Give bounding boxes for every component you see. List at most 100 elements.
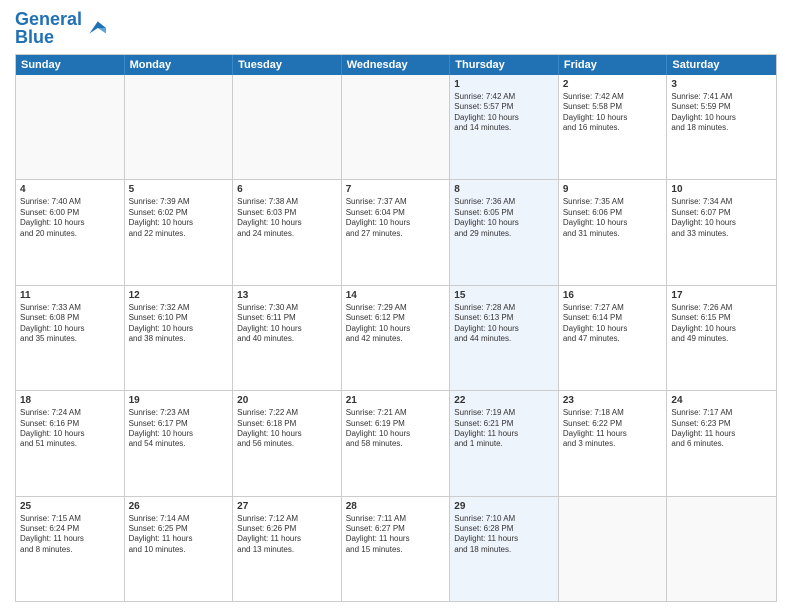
day-info: Sunrise: 7:12 AM Sunset: 6:26 PM Dayligh…	[237, 514, 337, 556]
day-info: Sunrise: 7:11 AM Sunset: 6:27 PM Dayligh…	[346, 514, 446, 556]
day-number: 26	[129, 500, 229, 513]
day-info: Sunrise: 7:35 AM Sunset: 6:06 PM Dayligh…	[563, 197, 663, 239]
header-cell-monday: Monday	[125, 55, 234, 75]
day-cell-19: 19Sunrise: 7:23 AM Sunset: 6:17 PM Dayli…	[125, 391, 234, 495]
day-cell-3: 3Sunrise: 7:41 AM Sunset: 5:59 PM Daylig…	[667, 75, 776, 179]
page: General Blue SundayMondayTuesdayWednesda…	[0, 0, 792, 612]
day-cell-10: 10Sunrise: 7:34 AM Sunset: 6:07 PM Dayli…	[667, 180, 776, 284]
day-number: 25	[20, 500, 120, 513]
empty-cell	[125, 75, 234, 179]
day-number: 22	[454, 394, 554, 407]
day-info: Sunrise: 7:19 AM Sunset: 6:21 PM Dayligh…	[454, 408, 554, 450]
day-cell-15: 15Sunrise: 7:28 AM Sunset: 6:13 PM Dayli…	[450, 286, 559, 390]
day-cell-28: 28Sunrise: 7:11 AM Sunset: 6:27 PM Dayli…	[342, 497, 451, 601]
week-row-3: 11Sunrise: 7:33 AM Sunset: 6:08 PM Dayli…	[16, 285, 776, 390]
week-row-4: 18Sunrise: 7:24 AM Sunset: 6:16 PM Dayli…	[16, 390, 776, 495]
day-number: 19	[129, 394, 229, 407]
day-cell-25: 25Sunrise: 7:15 AM Sunset: 6:24 PM Dayli…	[16, 497, 125, 601]
day-info: Sunrise: 7:18 AM Sunset: 6:22 PM Dayligh…	[563, 408, 663, 450]
day-cell-29: 29Sunrise: 7:10 AM Sunset: 6:28 PM Dayli…	[450, 497, 559, 601]
day-cell-20: 20Sunrise: 7:22 AM Sunset: 6:18 PM Dayli…	[233, 391, 342, 495]
empty-cell	[559, 497, 668, 601]
day-info: Sunrise: 7:38 AM Sunset: 6:03 PM Dayligh…	[237, 197, 337, 239]
day-number: 2	[563, 78, 663, 91]
day-cell-4: 4Sunrise: 7:40 AM Sunset: 6:00 PM Daylig…	[16, 180, 125, 284]
day-info: Sunrise: 7:33 AM Sunset: 6:08 PM Dayligh…	[20, 303, 120, 345]
day-number: 4	[20, 183, 120, 196]
calendar-header: SundayMondayTuesdayWednesdayThursdayFrid…	[16, 55, 776, 75]
header: General Blue	[15, 10, 777, 46]
day-info: Sunrise: 7:34 AM Sunset: 6:07 PM Dayligh…	[671, 197, 772, 239]
day-info: Sunrise: 7:15 AM Sunset: 6:24 PM Dayligh…	[20, 514, 120, 556]
empty-cell	[342, 75, 451, 179]
day-number: 17	[671, 289, 772, 302]
day-number: 11	[20, 289, 120, 302]
day-cell-14: 14Sunrise: 7:29 AM Sunset: 6:12 PM Dayli…	[342, 286, 451, 390]
day-cell-1: 1Sunrise: 7:42 AM Sunset: 5:57 PM Daylig…	[450, 75, 559, 179]
header-cell-saturday: Saturday	[667, 55, 776, 75]
day-cell-16: 16Sunrise: 7:27 AM Sunset: 6:14 PM Dayli…	[559, 286, 668, 390]
day-number: 12	[129, 289, 229, 302]
day-info: Sunrise: 7:37 AM Sunset: 6:04 PM Dayligh…	[346, 197, 446, 239]
day-number: 27	[237, 500, 337, 513]
day-cell-11: 11Sunrise: 7:33 AM Sunset: 6:08 PM Dayli…	[16, 286, 125, 390]
day-info: Sunrise: 7:32 AM Sunset: 6:10 PM Dayligh…	[129, 303, 229, 345]
day-cell-8: 8Sunrise: 7:36 AM Sunset: 6:05 PM Daylig…	[450, 180, 559, 284]
day-info: Sunrise: 7:17 AM Sunset: 6:23 PM Dayligh…	[671, 408, 772, 450]
day-number: 6	[237, 183, 337, 196]
day-number: 10	[671, 183, 772, 196]
day-info: Sunrise: 7:22 AM Sunset: 6:18 PM Dayligh…	[237, 408, 337, 450]
day-info: Sunrise: 7:42 AM Sunset: 5:58 PM Dayligh…	[563, 92, 663, 134]
day-number: 28	[346, 500, 446, 513]
day-info: Sunrise: 7:10 AM Sunset: 6:28 PM Dayligh…	[454, 514, 554, 556]
day-cell-22: 22Sunrise: 7:19 AM Sunset: 6:21 PM Dayli…	[450, 391, 559, 495]
header-cell-thursday: Thursday	[450, 55, 559, 75]
day-cell-23: 23Sunrise: 7:18 AM Sunset: 6:22 PM Dayli…	[559, 391, 668, 495]
day-cell-13: 13Sunrise: 7:30 AM Sunset: 6:11 PM Dayli…	[233, 286, 342, 390]
day-number: 15	[454, 289, 554, 302]
day-info: Sunrise: 7:36 AM Sunset: 6:05 PM Dayligh…	[454, 197, 554, 239]
empty-cell	[667, 497, 776, 601]
day-cell-5: 5Sunrise: 7:39 AM Sunset: 6:02 PM Daylig…	[125, 180, 234, 284]
empty-cell	[16, 75, 125, 179]
week-row-1: 1Sunrise: 7:42 AM Sunset: 5:57 PM Daylig…	[16, 75, 776, 179]
day-number: 20	[237, 394, 337, 407]
day-number: 1	[454, 78, 554, 91]
week-row-2: 4Sunrise: 7:40 AM Sunset: 6:00 PM Daylig…	[16, 179, 776, 284]
header-cell-friday: Friday	[559, 55, 668, 75]
day-info: Sunrise: 7:14 AM Sunset: 6:25 PM Dayligh…	[129, 514, 229, 556]
day-info: Sunrise: 7:40 AM Sunset: 6:00 PM Dayligh…	[20, 197, 120, 239]
day-number: 23	[563, 394, 663, 407]
day-cell-21: 21Sunrise: 7:21 AM Sunset: 6:19 PM Dayli…	[342, 391, 451, 495]
day-number: 8	[454, 183, 554, 196]
day-number: 7	[346, 183, 446, 196]
header-cell-wednesday: Wednesday	[342, 55, 451, 75]
header-cell-tuesday: Tuesday	[233, 55, 342, 75]
day-info: Sunrise: 7:21 AM Sunset: 6:19 PM Dayligh…	[346, 408, 446, 450]
day-cell-24: 24Sunrise: 7:17 AM Sunset: 6:23 PM Dayli…	[667, 391, 776, 495]
day-cell-12: 12Sunrise: 7:32 AM Sunset: 6:10 PM Dayli…	[125, 286, 234, 390]
day-number: 14	[346, 289, 446, 302]
day-info: Sunrise: 7:29 AM Sunset: 6:12 PM Dayligh…	[346, 303, 446, 345]
day-info: Sunrise: 7:26 AM Sunset: 6:15 PM Dayligh…	[671, 303, 772, 345]
header-cell-sunday: Sunday	[16, 55, 125, 75]
day-number: 9	[563, 183, 663, 196]
day-number: 21	[346, 394, 446, 407]
day-info: Sunrise: 7:27 AM Sunset: 6:14 PM Dayligh…	[563, 303, 663, 345]
logo-blue: Blue	[15, 27, 54, 47]
logo-general: General	[15, 9, 82, 29]
day-number: 3	[671, 78, 772, 91]
logo-text: General Blue	[15, 10, 82, 46]
day-number: 18	[20, 394, 120, 407]
empty-cell	[233, 75, 342, 179]
day-cell-27: 27Sunrise: 7:12 AM Sunset: 6:26 PM Dayli…	[233, 497, 342, 601]
day-info: Sunrise: 7:39 AM Sunset: 6:02 PM Dayligh…	[129, 197, 229, 239]
day-cell-17: 17Sunrise: 7:26 AM Sunset: 6:15 PM Dayli…	[667, 286, 776, 390]
week-row-5: 25Sunrise: 7:15 AM Sunset: 6:24 PM Dayli…	[16, 496, 776, 601]
calendar: SundayMondayTuesdayWednesdayThursdayFrid…	[15, 54, 777, 602]
logo: General Blue	[15, 10, 106, 46]
logo-icon	[84, 17, 106, 39]
day-cell-18: 18Sunrise: 7:24 AM Sunset: 6:16 PM Dayli…	[16, 391, 125, 495]
day-number: 24	[671, 394, 772, 407]
day-info: Sunrise: 7:41 AM Sunset: 5:59 PM Dayligh…	[671, 92, 772, 134]
